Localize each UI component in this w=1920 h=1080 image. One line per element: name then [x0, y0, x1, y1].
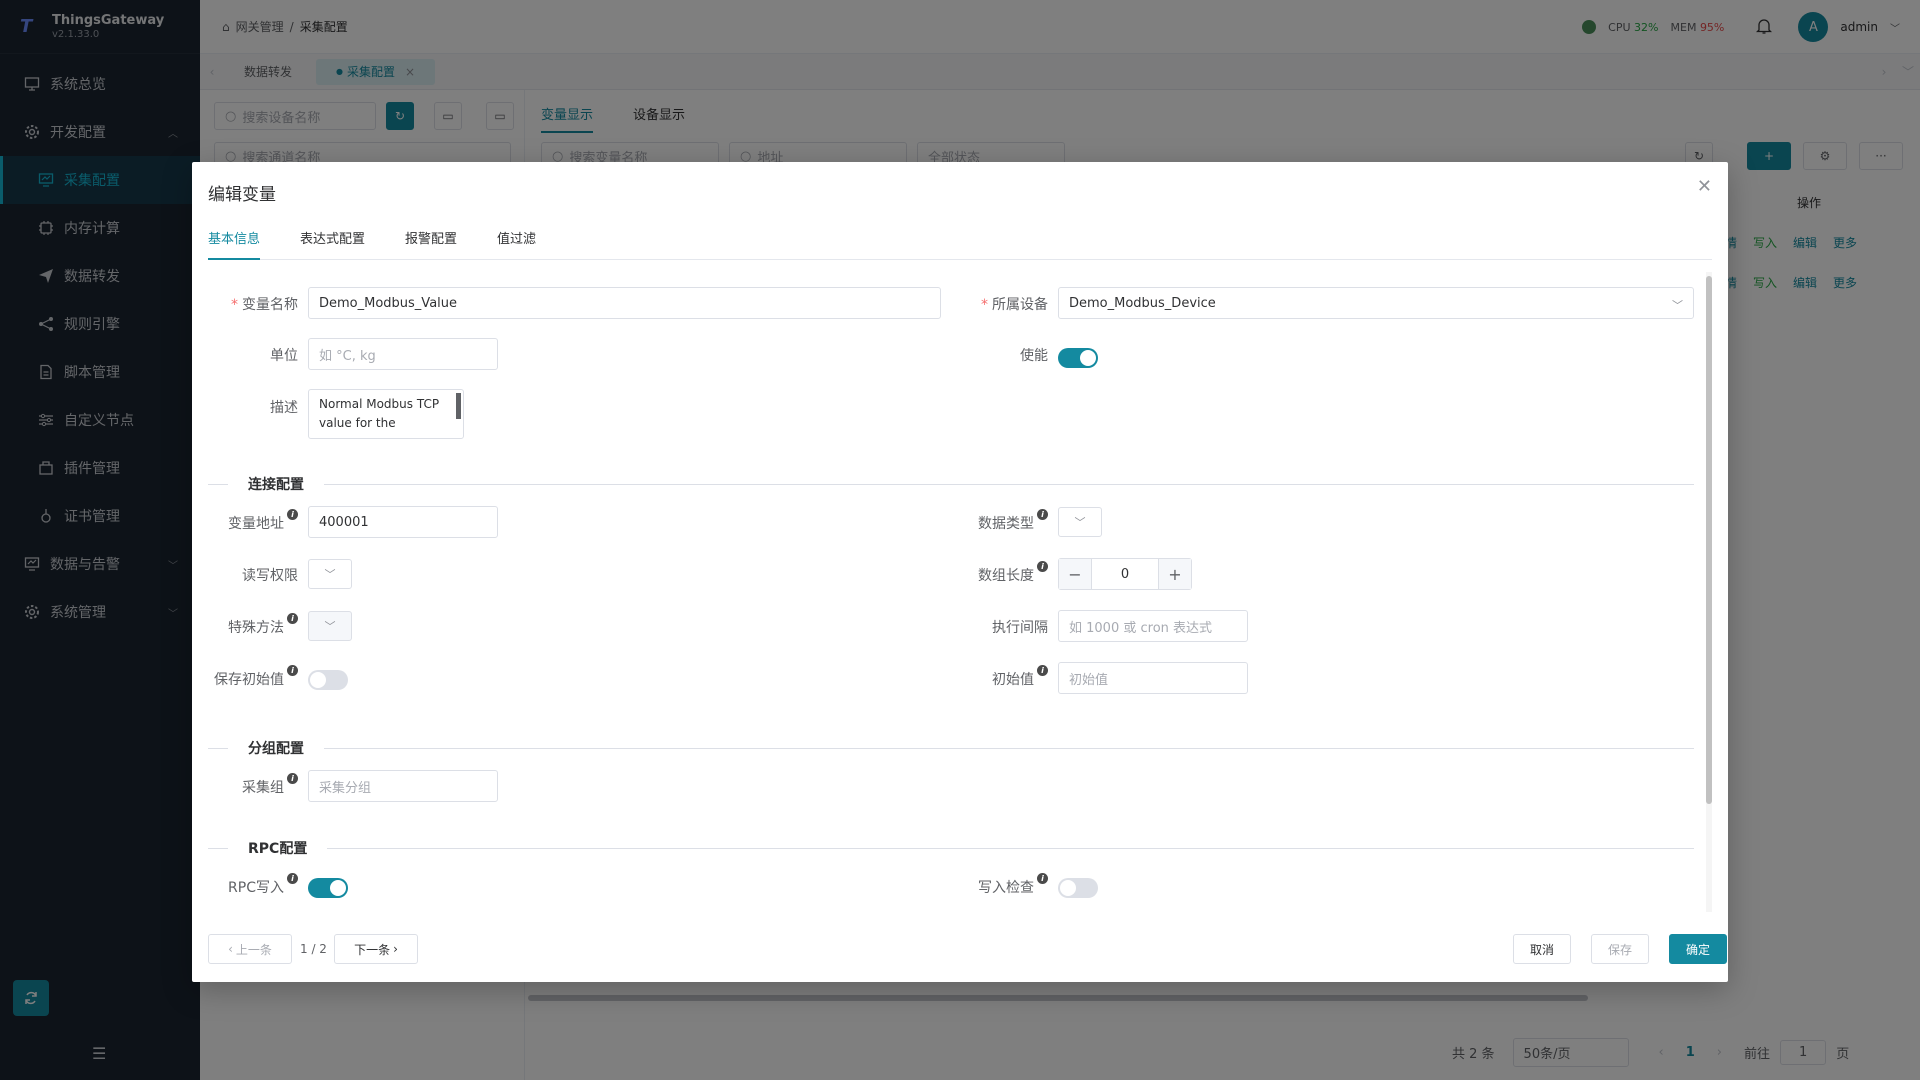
datatype-label: 数据类型i	[848, 509, 1048, 533]
info-icon: i	[1037, 873, 1048, 884]
decrement-button[interactable]: −	[1059, 559, 1091, 589]
dialog-title: 编辑变量	[208, 185, 276, 205]
address-label: 变量地址i	[208, 509, 298, 533]
info-icon: i	[287, 773, 298, 784]
chevron-left-icon: ‹	[228, 942, 233, 956]
save-initial-label: 保存初始值i	[208, 665, 298, 689]
section-connection: 连接配置	[208, 474, 1694, 494]
array-length-label: 数组长度i	[848, 561, 1048, 585]
interval-label: 执行间隔	[992, 620, 1048, 636]
variable-name-input[interactable]: Demo_Modbus_Value	[308, 287, 941, 319]
collect-group-label: 采集组i	[208, 773, 298, 797]
tab-alarm-config[interactable]: 报警配置	[405, 224, 457, 260]
unit-input[interactable]: 如 °C, kg	[308, 338, 498, 370]
dialog-scrollbar[interactable]	[1706, 272, 1712, 912]
address-input[interactable]: 400001	[308, 506, 498, 538]
description-textarea[interactable]: Normal Modbus TCP value for the	[308, 389, 464, 439]
chevron-down-icon: ﹀	[324, 568, 336, 581]
initial-value-input[interactable]: 初始值	[1058, 662, 1248, 694]
textarea-scrollbar[interactable]	[456, 393, 461, 419]
dialog-body: * 变量名称 Demo_Modbus_Value * 所属设备 Demo_Modbu…	[208, 270, 1694, 920]
special-method-label: 特殊方法i	[208, 613, 298, 637]
special-method-select[interactable]: ﹀	[308, 611, 352, 641]
info-icon: i	[1037, 509, 1048, 520]
edit-variable-dialog: 编辑变量 ✕ 基本信息 表达式配置 报警配置 值过滤 * 变量名称 Demo_Mo…	[192, 162, 1728, 982]
scrollbar-thumb[interactable]	[1706, 276, 1712, 804]
section-group: 分组配置	[208, 738, 1694, 758]
chevron-down-icon: ﹀	[1672, 299, 1683, 312]
enable-label: 使能	[1020, 348, 1048, 364]
dialog-tabs: 基本信息 表达式配置 报警配置 值过滤	[208, 224, 1712, 260]
info-icon: i	[1037, 665, 1048, 676]
info-icon: i	[1037, 561, 1048, 572]
datatype-select[interactable]: ﹀	[1058, 507, 1102, 537]
description-label: 描述	[270, 400, 298, 416]
increment-button[interactable]: +	[1159, 559, 1191, 589]
section-rpc: RPC配置	[208, 838, 1694, 858]
prev-record-button[interactable]: ‹ 上一条	[208, 934, 292, 964]
device-label: * 所属设备	[981, 297, 1048, 313]
enable-switch[interactable]	[1058, 348, 1098, 368]
rw-label: 读写权限	[242, 568, 298, 584]
collect-group-input[interactable]: 采集分组	[308, 770, 498, 802]
write-check-label: 写入检查i	[848, 873, 1048, 897]
next-record-button[interactable]: 下一条 ›	[334, 934, 418, 964]
array-length-value[interactable]: 0	[1091, 559, 1159, 589]
dialog-footer: ‹ 上一条 1 / 2 下一条 › 取消 保存 确定	[208, 934, 1727, 966]
array-length-stepper[interactable]: − 0 +	[1058, 558, 1192, 590]
chevron-down-icon: ﹀	[1074, 516, 1086, 529]
chevron-right-icon: ›	[393, 942, 398, 956]
save-initial-switch[interactable]	[308, 670, 348, 690]
device-select[interactable]: Demo_Modbus_Device ﹀	[1058, 287, 1694, 319]
close-icon[interactable]: ✕	[1697, 176, 1712, 197]
tab-basic-info[interactable]: 基本信息	[208, 224, 261, 260]
info-icon: i	[287, 509, 298, 520]
info-icon: i	[287, 665, 298, 676]
tab-expression-config[interactable]: 表达式配置	[300, 224, 365, 260]
unit-label: 单位	[270, 348, 298, 364]
interval-input[interactable]: 如 1000 或 cron 表达式	[1058, 610, 1248, 642]
rpc-write-label: RPC写入i	[208, 873, 298, 897]
cancel-button[interactable]: 取消	[1513, 934, 1571, 964]
record-page-indicator: 1 / 2	[300, 942, 327, 956]
confirm-button[interactable]: 确定	[1669, 934, 1727, 964]
tab-value-filter[interactable]: 值过滤	[497, 224, 536, 260]
variable-name-label: * 变量名称	[231, 297, 298, 313]
rw-select[interactable]: ﹀	[308, 559, 352, 589]
info-icon: i	[287, 613, 298, 624]
rpc-write-switch[interactable]	[308, 878, 348, 898]
save-button[interactable]: 保存	[1591, 934, 1649, 964]
write-check-switch[interactable]	[1058, 878, 1098, 898]
chevron-down-icon: ﹀	[324, 620, 336, 633]
initial-value-label: 初始值i	[848, 665, 1048, 689]
info-icon: i	[287, 873, 298, 884]
